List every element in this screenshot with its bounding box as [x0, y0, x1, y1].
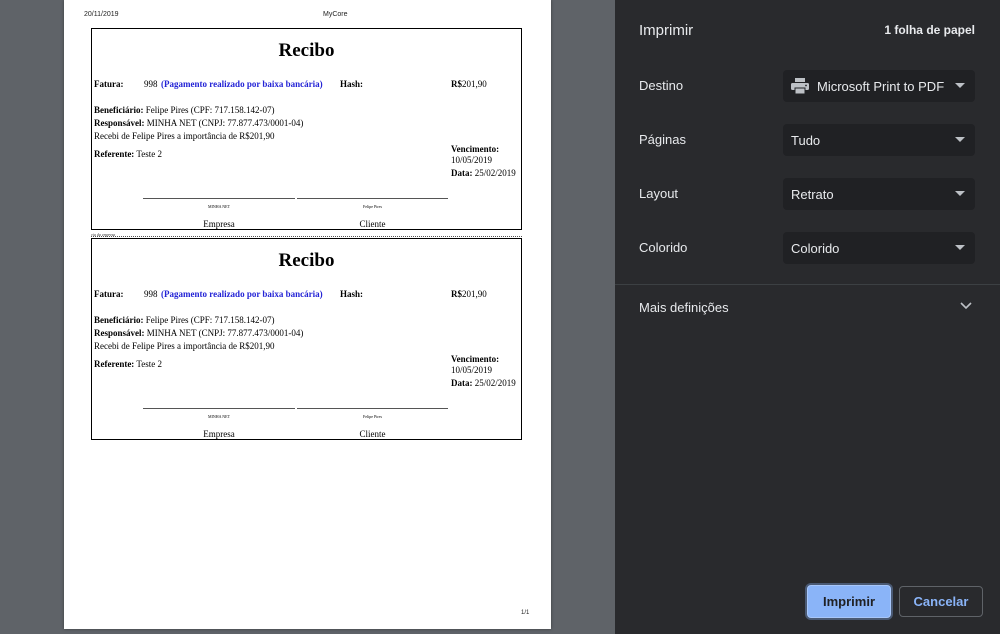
- signature-line-company: [143, 408, 295, 409]
- chevron-down-icon: [955, 191, 965, 196]
- signature-caption-client: Cliente: [359, 219, 386, 229]
- receipt-title: Recibo: [278, 250, 335, 271]
- amount-value: 201,90: [462, 289, 487, 299]
- signature-name-company: MINHA NET: [207, 414, 231, 419]
- color-label: Colorido: [639, 240, 688, 255]
- responsavel-line: Responsável: MINHA NET (CNPJ: 77.877.473…: [94, 328, 303, 338]
- payment-note: (Pagamento realizado por baixa bancária): [161, 79, 323, 89]
- sheet-count: 1 folha de papel: [884, 23, 975, 37]
- signature-line-client: [297, 198, 448, 199]
- more-settings-toggle[interactable]: Mais definições: [639, 300, 729, 315]
- data-label: Data:: [451, 168, 473, 178]
- amount: R$201,90: [451, 79, 487, 89]
- referente-label: Referente:: [94, 359, 135, 369]
- amount: R$201,90: [451, 289, 487, 299]
- signature-caption-company: Empresa: [203, 429, 235, 439]
- pages-label: Páginas: [639, 132, 686, 147]
- payment-note: (Pagamento realizado por baixa bancária): [161, 289, 323, 299]
- printer-icon: [791, 78, 809, 94]
- data-line: Data: 25/02/2019: [451, 378, 516, 388]
- referente-value: Teste 2: [136, 359, 163, 369]
- beneficiario-line: Beneficiário: Felipe Pires (CPF: 717.158…: [94, 105, 275, 115]
- hash-label: Hash:: [340, 289, 364, 299]
- chevron-down-icon: [955, 245, 965, 250]
- destination-label: Destino: [639, 78, 684, 93]
- fatura-label: Fatura:: [94, 289, 124, 299]
- fatura-value: 998: [144, 79, 158, 89]
- receipt-1: Recibo Fatura: 998 (Pagamento realizado …: [91, 28, 522, 230]
- amount-prefix: R$: [451, 79, 462, 89]
- layout-select[interactable]: Retrato: [783, 178, 975, 210]
- responsavel-line: Responsável: MINHA NET (CNPJ: 77.877.473…: [94, 118, 303, 128]
- referente-line: Referente: Teste 2: [94, 149, 162, 159]
- hash-label: Hash:: [340, 79, 364, 89]
- chevron-down-icon[interactable]: [959, 301, 973, 311]
- layout-label: Layout: [639, 186, 679, 201]
- responsavel-value: MINHA NET (CNPJ: 77.877.473/0001-04): [146, 328, 304, 338]
- responsavel-value: MINHA NET (CNPJ: 77.877.473/0001-04): [146, 118, 304, 128]
- responsavel-label: Responsável:: [94, 118, 145, 128]
- chevron-down-icon: [955, 137, 965, 142]
- color-value: Colorido: [791, 240, 840, 256]
- destination-select[interactable]: Microsoft Print to PDF: [783, 70, 975, 102]
- referente-value: Teste 2: [136, 149, 163, 159]
- preview-page: 20/11/2019 MyCore Recibo Fatura: 998 (Pa…: [64, 0, 551, 629]
- signature-caption-company: Empresa: [203, 219, 235, 229]
- signature-line-company: [143, 198, 295, 199]
- print-dialog-title: Imprimir: [639, 22, 694, 39]
- data-value: 25/02/2019: [474, 378, 516, 388]
- page-header-title: MyCore: [323, 11, 348, 18]
- pages-value: Tudo: [791, 132, 821, 148]
- beneficiario-value: Felipe Pires (CPF: 717.158.142-07): [145, 315, 275, 325]
- referente-line: Referente: Teste 2: [94, 359, 162, 369]
- print-preview-area: 20/11/2019 MyCore Recibo Fatura: 998 (Pa…: [0, 0, 615, 634]
- print-settings-panel: Imprimir 1 folha de papel Destino Micros…: [615, 0, 1000, 634]
- beneficiario-value: Felipe Pires (CPF: 717.158.142-07): [145, 105, 275, 115]
- signature-line-client: [297, 408, 448, 409]
- destination-value: Microsoft Print to PDF: [817, 78, 945, 94]
- amount-prefix: R$: [451, 289, 462, 299]
- amount-value: 201,90: [462, 79, 487, 89]
- fatura-value: 998: [144, 289, 158, 299]
- beneficiario-label: Beneficiário:: [94, 315, 144, 325]
- referente-label: Referente:: [94, 149, 135, 159]
- statement: Recebi de Felipe Pires a importância de …: [94, 131, 275, 141]
- page-number: 1/1: [521, 610, 530, 616]
- receipt-2: Recibo Fatura: 998 (Pagamento realizado …: [91, 238, 522, 440]
- statement: Recebi de Felipe Pires a importância de …: [94, 341, 275, 351]
- receipt-title: Recibo: [278, 40, 335, 61]
- beneficiario-label: Beneficiário:: [94, 105, 144, 115]
- signature-name-client: Felipe Pires: [363, 414, 382, 419]
- pages-select[interactable]: Tudo: [783, 124, 975, 156]
- vencimento-value: 10/05/2019: [451, 155, 493, 165]
- vencimento-label: Vencimento:: [451, 144, 500, 154]
- print-button[interactable]: Imprimir: [807, 585, 891, 618]
- data-line: Data: 25/02/2019: [451, 168, 516, 178]
- signature-name-client: Felipe Pires: [363, 204, 382, 209]
- data-value: 25/02/2019: [474, 168, 516, 178]
- cut-line: [91, 236, 522, 237]
- layout-value: Retrato: [791, 186, 834, 202]
- signature-caption-client: Cliente: [359, 429, 386, 439]
- vencimento-value: 10/05/2019: [451, 365, 493, 375]
- cancel-button[interactable]: Cancelar: [899, 586, 983, 617]
- data-label: Data:: [451, 378, 473, 388]
- signature-name-company: MINHA NET: [207, 204, 231, 209]
- color-select[interactable]: Colorido: [783, 232, 975, 264]
- responsavel-label: Responsável:: [94, 328, 145, 338]
- page-header-date: 20/11/2019: [84, 11, 119, 18]
- panel-divider: [615, 284, 1000, 285]
- vencimento-label: Vencimento:: [451, 354, 500, 364]
- fatura-label: Fatura:: [94, 79, 124, 89]
- beneficiario-line: Beneficiário: Felipe Pires (CPF: 717.158…: [94, 315, 275, 325]
- chevron-down-icon: [955, 83, 965, 88]
